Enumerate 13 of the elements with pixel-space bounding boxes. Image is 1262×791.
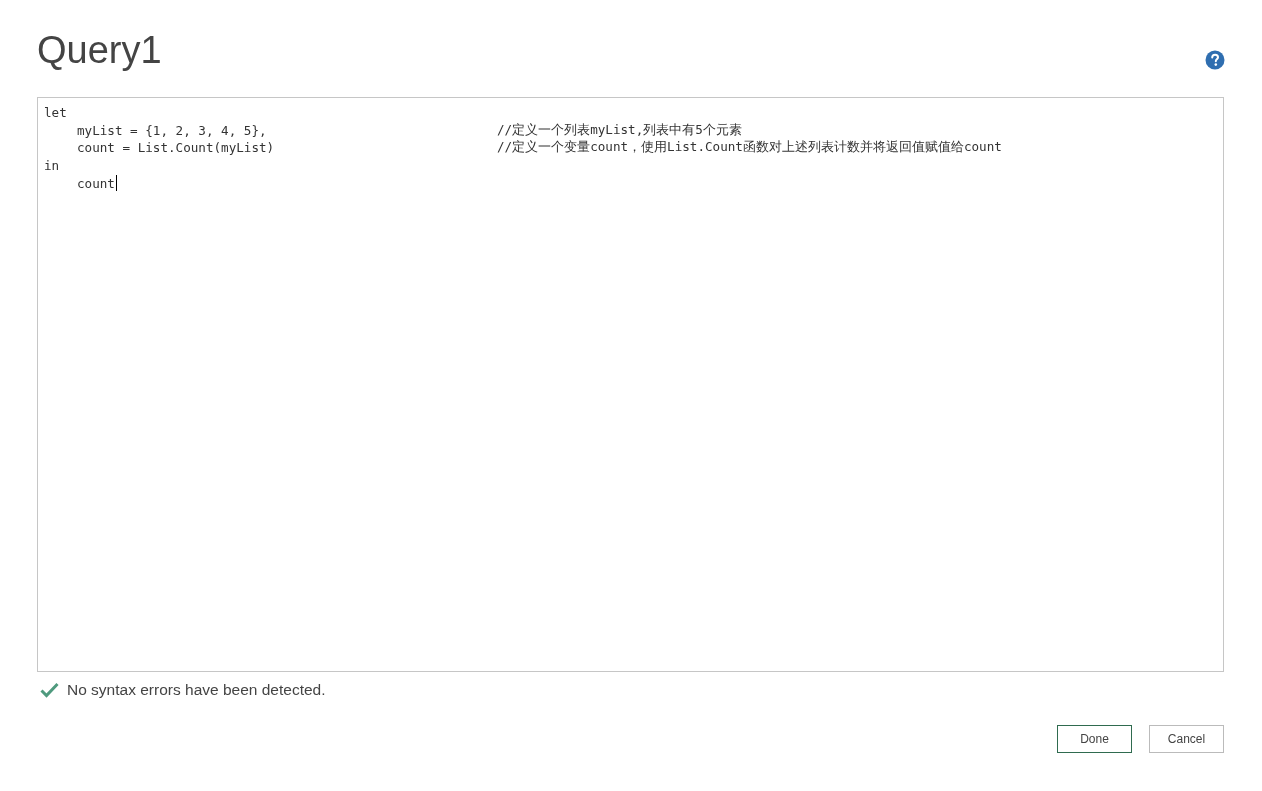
code-comment: //定义一个列表myList,列表中有5个元素 [497,121,743,139]
code-line: count = List.Count(myList) [77,140,275,156]
primary-button[interactable]: Done [1057,725,1132,753]
code-line: in [44,158,60,174]
code-comment: //定义一个变量count，使用List.Count函数对上述列表计数并将返回值赋值给count [497,139,1003,157]
status-message: No syntax errors have been detected. [67,681,326,699]
code-line: myList = {1, 2, 3, 4, 5}, [77,122,267,138]
code-line: count [77,175,117,192]
code-editor[interactable]: let myList = {1, 2, 3, 4, 5}, //定义一个列表myList,列表中有5个元素 count = List.Count(myList) //定义一个变量count，使用List.Count函数对上述列表计数并将返回值赋值给count in count [37,97,1224,672]
help-icon[interactable] [1205,50,1225,70]
window-title: Query1 [37,28,162,73]
code-line: let [44,105,67,121]
secondary-button[interactable]: Cancel [1149,725,1224,753]
